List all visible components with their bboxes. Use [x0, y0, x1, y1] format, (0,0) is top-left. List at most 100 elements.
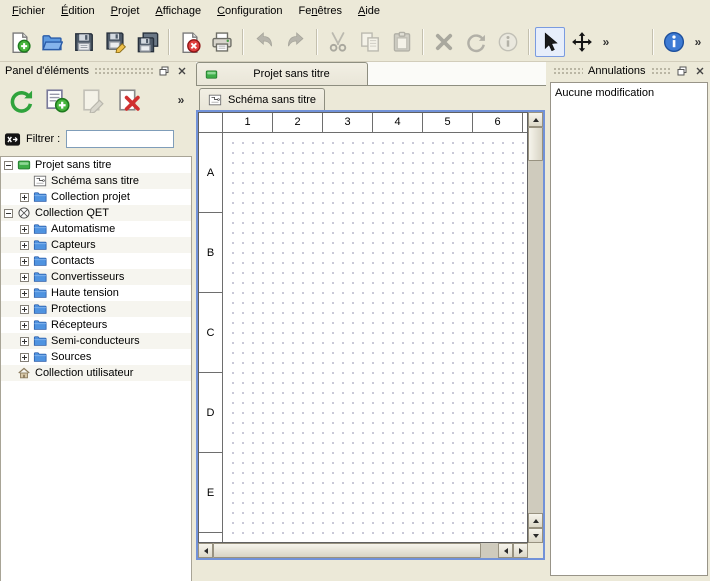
- schema-grid[interactable]: [224, 134, 527, 542]
- tree-expander-plus-icon[interactable]: [20, 353, 29, 362]
- tree-item[interactable]: Sources: [1, 349, 191, 365]
- scroll-down-button[interactable]: [528, 528, 543, 543]
- arrow-right-icon: [519, 548, 523, 554]
- save-icon: [73, 31, 95, 53]
- selection-info-button[interactable]: [493, 27, 523, 57]
- qet-icon: [17, 206, 31, 220]
- clear-filter-button[interactable]: [3, 131, 22, 148]
- new-element-button[interactable]: [40, 83, 74, 117]
- scroll-left-button-2[interactable]: [498, 543, 513, 558]
- close-panel-button[interactable]: [692, 64, 707, 79]
- menu-affichage[interactable]: Affichage: [147, 2, 209, 20]
- open-project-button[interactable]: [37, 27, 67, 57]
- cut-icon: [327, 31, 349, 53]
- close-icon: [177, 66, 187, 76]
- arrow-up-icon: [533, 519, 539, 523]
- application-window: FichierÉditionProjetAffichageConfigurati…: [0, 0, 710, 581]
- tree-item[interactable]: Capteurs: [1, 237, 191, 253]
- vertical-scrollbar[interactable]: [528, 112, 543, 543]
- tree-expander-plus-icon[interactable]: [20, 273, 29, 282]
- close-document-icon: [179, 31, 201, 53]
- tab-schema[interactable]: Schéma sans titre: [199, 88, 325, 110]
- tree-item[interactable]: Collection QET: [1, 205, 191, 221]
- tree-item[interactable]: Semi-conducteurs: [1, 333, 191, 349]
- tree-expander-minus-icon[interactable]: [4, 209, 13, 218]
- scroll-right-button[interactable]: [513, 543, 528, 558]
- tree-expander-plus-icon[interactable]: [20, 289, 29, 298]
- horizontal-scroll-track[interactable]: [213, 543, 498, 558]
- float-panel-button[interactable]: [156, 64, 171, 79]
- menu-projet[interactable]: Projet: [103, 2, 148, 20]
- tree-expander-plus-icon[interactable]: [20, 305, 29, 314]
- scroll-up-button[interactable]: [528, 112, 543, 127]
- delete-selection-button[interactable]: [429, 27, 459, 57]
- selection-mode-button[interactable]: [535, 27, 565, 57]
- menu-edition[interactable]: Édition: [53, 2, 103, 20]
- tree-item[interactable]: Collection projet: [1, 189, 191, 205]
- row-header-cell: E: [199, 453, 222, 533]
- toolbar-separator: [422, 29, 424, 55]
- scroll-up-button-2[interactable]: [528, 513, 543, 528]
- toolbar-extension-button[interactable]: »: [598, 33, 614, 51]
- undo-button[interactable]: [249, 27, 279, 57]
- about-button[interactable]: [659, 27, 689, 57]
- new-project-button[interactable]: [5, 27, 35, 57]
- tree-item-label: Haute tension: [51, 285, 119, 301]
- save-as-button[interactable]: [101, 27, 131, 57]
- toolbar-extension-button[interactable]: »: [690, 33, 706, 51]
- tree-item[interactable]: Contacts: [1, 253, 191, 269]
- close-project-button[interactable]: [175, 27, 205, 57]
- tree-item-label: Collection QET: [35, 205, 109, 221]
- tree-item[interactable]: Projet sans titre: [1, 157, 191, 173]
- tree-item[interactable]: Convertisseurs: [1, 269, 191, 285]
- tree-expander-plus-icon[interactable]: [20, 241, 29, 250]
- tree-item[interactable]: Récepteurs: [1, 317, 191, 333]
- close-panel-button[interactable]: [174, 64, 189, 79]
- tree-item[interactable]: Haute tension: [1, 285, 191, 301]
- tree-expander-plus-icon[interactable]: [20, 337, 29, 346]
- cut-button[interactable]: [323, 27, 353, 57]
- paste-button[interactable]: [387, 27, 417, 57]
- scroll-left-button[interactable]: [198, 543, 213, 558]
- toolbar-extension-button[interactable]: »: [173, 91, 189, 109]
- save-all-button[interactable]: [133, 27, 163, 57]
- copy-button[interactable]: [355, 27, 385, 57]
- visualisation-mode-button[interactable]: [567, 27, 597, 57]
- float-panel-button[interactable]: [674, 64, 689, 79]
- redo-button[interactable]: [281, 27, 311, 57]
- delete-element-button[interactable]: [112, 83, 146, 117]
- tree-item[interactable]: Collection utilisateur: [1, 365, 191, 381]
- tab-project[interactable]: Projet sans titre: [196, 62, 368, 85]
- edit-element-button[interactable]: [76, 83, 110, 117]
- tree-expander-plus-icon[interactable]: [20, 257, 29, 266]
- tree-item[interactable]: Protections: [1, 301, 191, 317]
- reload-collections-button[interactable]: [4, 83, 38, 117]
- save-button[interactable]: [69, 27, 99, 57]
- menu-configuration[interactable]: Configuration: [209, 2, 290, 20]
- column-header-cell: 4: [373, 113, 423, 132]
- menu-fenetres[interactable]: Fenêtres: [291, 2, 350, 20]
- tree-expander-plus-icon[interactable]: [20, 193, 29, 202]
- horizontal-scroll-thumb[interactable]: [213, 543, 481, 558]
- tree-item[interactable]: Automatisme: [1, 221, 191, 237]
- menu-aide[interactable]: Aide: [350, 2, 388, 20]
- menu-fichier[interactable]: Fichier: [4, 2, 53, 20]
- filter-input[interactable]: [66, 130, 174, 148]
- user-collection-icon: [17, 366, 31, 380]
- tree-expander-plus-icon[interactable]: [20, 321, 29, 330]
- schema-viewport[interactable]: 123456 ABCDE: [198, 112, 528, 543]
- undo-history-list[interactable]: Aucune modification: [550, 82, 708, 576]
- print-button[interactable]: [207, 27, 237, 57]
- tree-expander-plus-icon[interactable]: [20, 225, 29, 234]
- tree-item[interactable]: Schéma sans titre: [1, 173, 191, 189]
- vertical-scroll-thumb[interactable]: [528, 127, 543, 161]
- tree-expander-minus-icon[interactable]: [4, 161, 13, 170]
- filter-row: Filtrer :: [0, 128, 192, 150]
- new-document-icon: [9, 31, 31, 53]
- open-folder-icon: [41, 31, 63, 53]
- tree-item-label: Projet sans titre: [35, 157, 111, 173]
- folder-icon: [33, 350, 47, 364]
- rotate-selection-button[interactable]: [461, 27, 491, 57]
- vertical-scroll-track[interactable]: [528, 127, 543, 513]
- horizontal-scrollbar[interactable]: [198, 543, 528, 558]
